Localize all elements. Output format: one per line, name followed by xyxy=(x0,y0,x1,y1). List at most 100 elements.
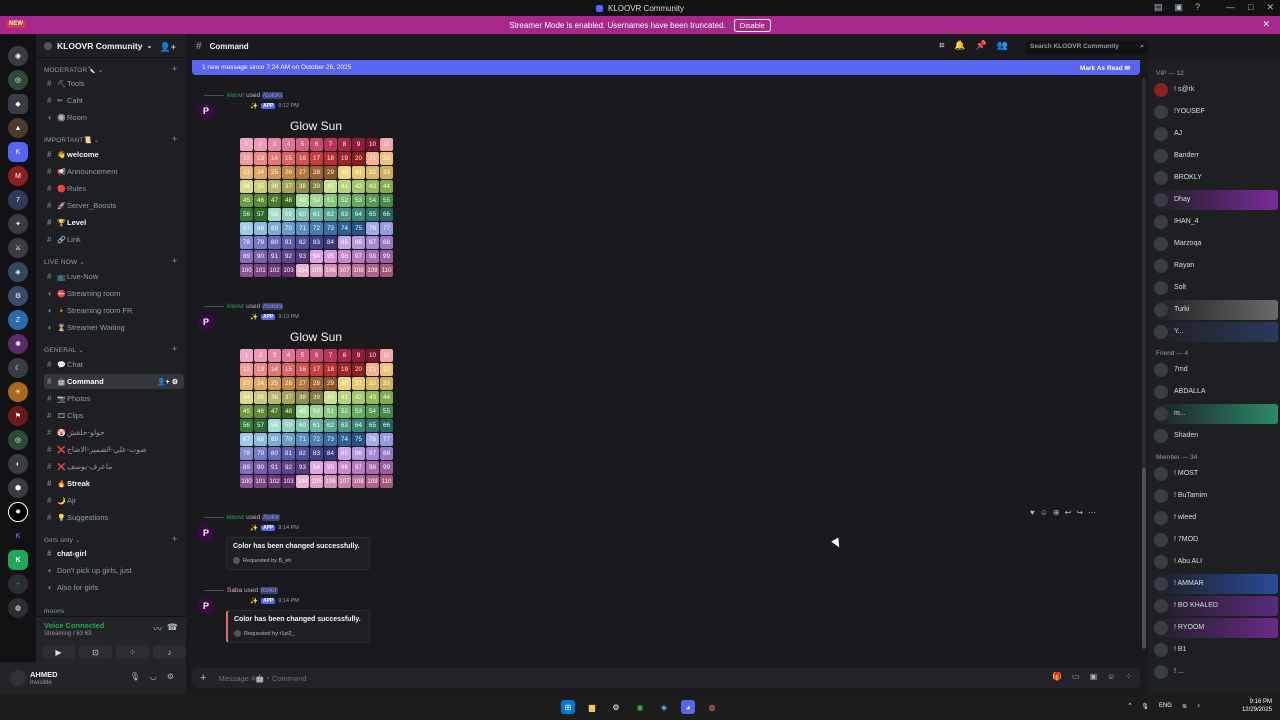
channel-command[interactable]: # 🤖 Command 👤+ ⚙ xyxy=(44,374,184,389)
member-item[interactable]: ABDALLA xyxy=(1154,382,1278,402)
settings-app-icon[interactable]: ⚙ xyxy=(609,700,623,714)
member-item[interactable]: ! s@rk xyxy=(1154,80,1278,100)
screen-icon[interactable]: ▣ xyxy=(1174,2,1183,13)
server-icon[interactable]: ◈ xyxy=(8,262,28,282)
member-item[interactable]: AJ xyxy=(1154,124,1278,144)
disable-button[interactable]: Disable xyxy=(733,18,771,32)
camera-button[interactable]: ▶ xyxy=(42,645,75,659)
voice-status[interactable]: Voice Connected xyxy=(44,621,104,630)
settings-icon[interactable]: ⚙ xyxy=(167,672,174,681)
channel-ajr[interactable]: # 🌙 Ajr xyxy=(44,493,184,508)
channel-streamer-waiting[interactable]: ◖ ⏳ Streamer Waiting xyxy=(44,320,184,335)
pin-icon[interactable]: 📌 xyxy=(976,40,987,51)
gift-icon[interactable]: 🎁 xyxy=(1052,672,1062,681)
member-item[interactable]: ! MOST xyxy=(1154,464,1278,484)
server-icon[interactable]: ⚔ xyxy=(8,238,28,258)
server-icon[interactable]: ◎ xyxy=(8,70,28,90)
server-icon[interactable]: ⚑ xyxy=(8,406,28,426)
server-icon[interactable]: M xyxy=(8,166,28,186)
chat-scrollbar[interactable] xyxy=(1142,78,1146,650)
attach-icon[interactable]: + xyxy=(200,672,206,684)
server-icon[interactable]: ✸ xyxy=(8,502,28,522)
channel-settings-icon[interactable]: 👤+ ⚙ xyxy=(157,378,178,386)
disconnect-icon[interactable]: ☎ xyxy=(167,622,178,633)
gif-icon[interactable]: ▭ xyxy=(1072,672,1080,681)
minimize-icon[interactable]: — xyxy=(1226,2,1235,13)
channel-streaming-room[interactable]: ◖ ⛔ Streaming room xyxy=(44,286,184,301)
server-icon[interactable]: ◐ xyxy=(8,454,28,474)
scrollbar-thumb[interactable] xyxy=(1142,468,1146,648)
member-item[interactable]: Banderr xyxy=(1154,146,1278,166)
member-item[interactable]: ! B1 xyxy=(1154,640,1278,660)
avatar[interactable] xyxy=(10,670,26,686)
apps-icon[interactable]: ⁘ xyxy=(1125,672,1132,681)
message-composer[interactable]: + Message #🤖・Command 🎁 ▭ ▣ ☺ ⁘ xyxy=(192,668,1140,688)
screen-share-button[interactable]: ⊡ xyxy=(79,645,112,659)
threads-icon[interactable]: ⌗ xyxy=(939,40,944,51)
category-general[interactable]: GENERAL ⌄ + xyxy=(44,344,177,354)
channel-chat[interactable]: # 💬 Chat xyxy=(44,357,184,372)
message[interactable]: kloovr used /color P ✨ APP 9:14 PM Color h… xyxy=(192,514,1132,574)
channel-server-boosts[interactable]: # 🚀 Server_Boosts xyxy=(44,198,184,213)
close-window-icon[interactable]: ✕ xyxy=(1266,2,1274,13)
member-item[interactable]: Shaden xyxy=(1154,426,1278,446)
channel-suggestions[interactable]: # 💡 Suggestions xyxy=(44,510,184,525)
help-icon[interactable]: ? xyxy=(1195,2,1200,13)
member-item[interactable]: BROKLY xyxy=(1154,168,1278,188)
channel-also-for-girls[interactable]: ◖ Also for girls xyxy=(44,580,184,595)
emoji-icon[interactable]: ☺ xyxy=(1107,672,1115,681)
noise-suppression-icon[interactable]: 〰 xyxy=(153,622,162,635)
close-banner-icon[interactable]: ✕ xyxy=(1262,19,1270,30)
channel-chat-girl[interactable]: # chat-girl xyxy=(44,546,184,561)
server-icon[interactable]: ✺ xyxy=(8,334,28,354)
server-icon[interactable]: ✦ xyxy=(8,214,28,234)
command-name[interactable]: /colors xyxy=(262,92,284,99)
inbox-icon[interactable]: ▤ xyxy=(1154,2,1163,13)
add-channel-icon[interactable]: + xyxy=(172,344,177,354)
channel-welcome[interactable]: # 👋 welcome xyxy=(44,147,184,162)
server-icon[interactable]: ☀ xyxy=(8,382,28,402)
server-icon[interactable]: ▲ xyxy=(8,118,28,138)
new-messages-bar[interactable]: 1 new message since 7:24 AM on October 2… xyxy=(192,60,1140,75)
channel-dont-pick[interactable]: ◖ Don't pick up girls, just xyxy=(44,563,184,578)
channel-caht[interactable]: # ✏ Caht xyxy=(44,93,184,108)
member-item[interactable]: ! wleed xyxy=(1154,508,1278,528)
command-user[interactable]: Saba xyxy=(227,587,242,594)
discover-icon[interactable]: ◍ xyxy=(8,598,28,618)
member-item[interactable]: IHAN_4 xyxy=(1154,212,1278,232)
member-item[interactable]: ! BuTamim xyxy=(1154,486,1278,506)
add-channel-icon[interactable]: + xyxy=(172,64,177,74)
steam-icon[interactable]: ◈ xyxy=(657,700,671,714)
command-user[interactable]: kloovr xyxy=(227,92,244,99)
member-item[interactable]: Y... xyxy=(1154,322,1278,342)
member-item[interactable]: ! AMMAR xyxy=(1154,574,1278,594)
member-item[interactable]: Dhay xyxy=(1154,190,1278,210)
chrome-icon[interactable]: ◉ xyxy=(633,700,647,714)
bell-icon[interactable]: 🔔 xyxy=(954,40,965,51)
channel-tools[interactable]: # ⛏ Tools xyxy=(44,76,184,91)
server-icon[interactable]: ⬢ xyxy=(8,478,28,498)
search-input[interactable]: Search KLOOVR Community ⌕ xyxy=(1026,41,1148,54)
channel-arabic-2[interactable]: # ❌ صوت-علي-الضمير-الاضاح xyxy=(44,442,184,457)
discord-icon[interactable]: ◕ xyxy=(681,700,695,714)
member-item[interactable]: Solt xyxy=(1154,278,1278,298)
member-item[interactable]: 7md xyxy=(1154,360,1278,380)
invite-icon[interactable]: 👤+ xyxy=(160,42,176,53)
channel-announcement[interactable]: # 📢 Announcement xyxy=(44,164,184,179)
server-header[interactable]: KLOOVR Community ⌄ 👤+ xyxy=(36,34,186,58)
command-name[interactable]: /color xyxy=(262,514,280,521)
activity-button[interactable]: ⁘ xyxy=(116,645,149,659)
member-item[interactable]: m... xyxy=(1154,404,1278,424)
command-name[interactable]: /color xyxy=(259,587,278,594)
app-icon[interactable]: ◍ xyxy=(705,700,719,714)
server-icon[interactable]: K xyxy=(8,526,28,546)
tray-chevron-icon[interactable]: ^ xyxy=(1129,703,1132,710)
category-moderator[interactable]: MODERATOR🔪 ⌄ + xyxy=(44,64,177,74)
soundboard-button[interactable]: ♪ xyxy=(153,645,186,659)
mark-as-read-button[interactable]: Mark As Read ✉ xyxy=(1080,64,1130,72)
server-icon[interactable]: 7 xyxy=(8,190,28,210)
server-icon[interactable]: Z xyxy=(8,310,28,330)
server-icon[interactable]: ☾ xyxy=(8,358,28,378)
bot-avatar[interactable]: P xyxy=(198,598,214,614)
member-item[interactable]: ! Abu ALI xyxy=(1154,552,1278,572)
